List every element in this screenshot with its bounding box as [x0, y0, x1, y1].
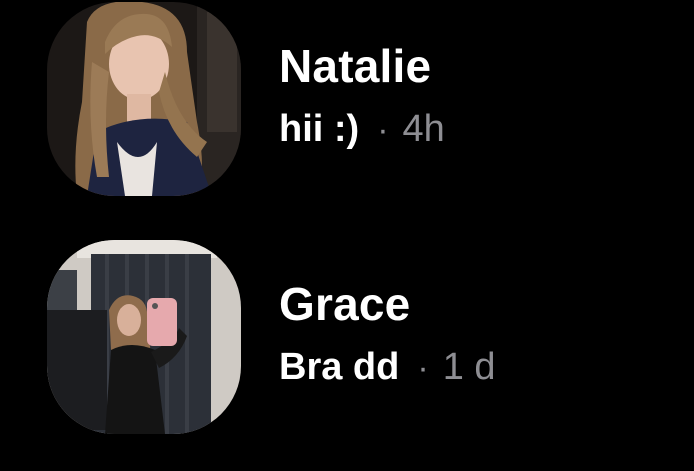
- timestamp: 1 d: [442, 346, 496, 388]
- avatar[interactable]: [47, 2, 241, 196]
- contact-name: Natalie: [279, 40, 432, 92]
- thread-meta: Bra dd · 1 d: [279, 344, 496, 391]
- thread-row-natalie[interactable]: Natalie hii :) · 4h: [0, 2, 694, 197]
- avatar[interactable]: [47, 240, 241, 434]
- separator-dot: ·: [417, 349, 429, 387]
- separator-dot: ·: [377, 111, 389, 149]
- profile-photo-icon: [47, 240, 241, 434]
- thread-text: Grace Bra dd · 1 d: [279, 276, 496, 391]
- thread-row-grace[interactable]: Grace Bra dd · 1 d: [0, 240, 694, 435]
- thread-text: Natalie hii :) · 4h: [279, 38, 445, 153]
- contact-name: Grace: [279, 278, 411, 330]
- timestamp: 4h: [402, 108, 445, 150]
- thread-meta: hii :) · 4h: [279, 106, 445, 153]
- profile-photo-icon: [47, 2, 241, 196]
- message-thread-list: Natalie hii :) · 4h Grace Bra dd · 1 d: [0, 0, 694, 471]
- message-preview: hii :): [279, 108, 360, 150]
- message-preview: Bra dd: [279, 346, 400, 388]
